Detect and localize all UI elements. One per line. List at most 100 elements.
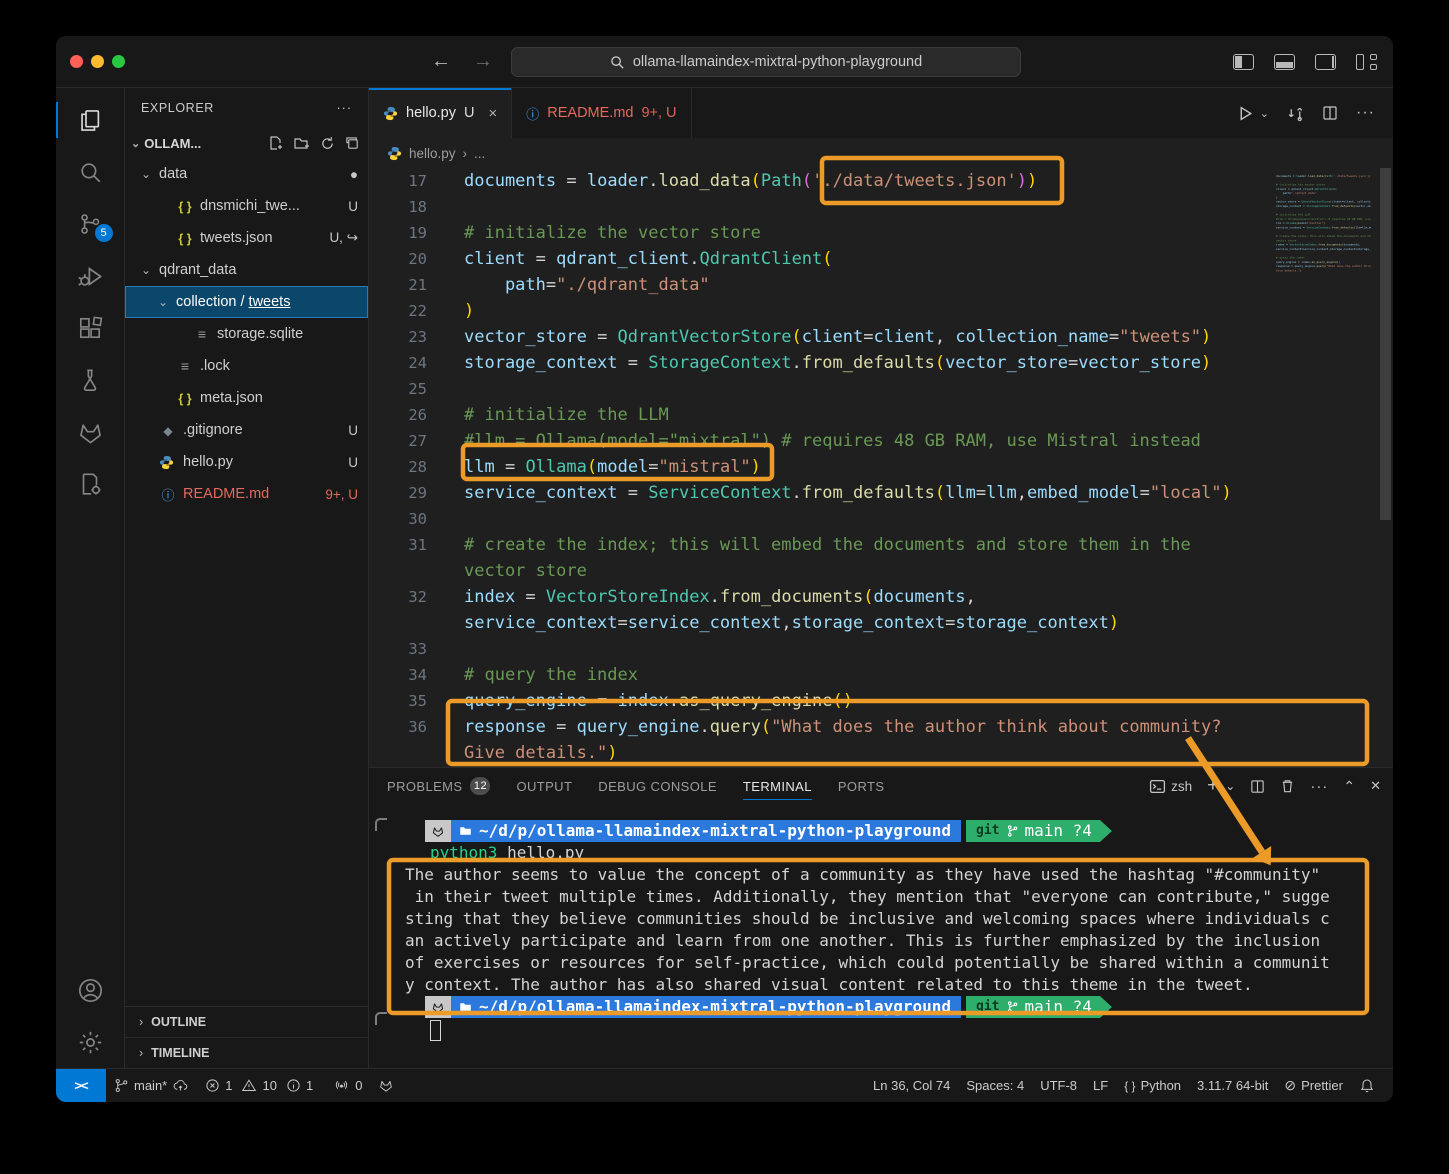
refresh-icon[interactable] bbox=[320, 135, 335, 151]
maximize-panel-icon[interactable]: ⌃ bbox=[1343, 778, 1355, 795]
split-terminal-icon[interactable] bbox=[1250, 779, 1265, 794]
code-line-29[interactable]: 29service_context = ServiceContext.from_… bbox=[369, 480, 1393, 506]
code-line-22[interactable]: 22) bbox=[369, 298, 1393, 324]
status-broadcast[interactable]: 0 bbox=[325, 1078, 370, 1093]
forward-arrow-icon[interactable]: → bbox=[473, 50, 493, 73]
tab-hello-py[interactable]: hello.pyU× bbox=[369, 88, 512, 138]
outline-section[interactable]: › OUTLINE bbox=[125, 1006, 368, 1037]
close-panel-icon[interactable]: ✕ bbox=[1370, 778, 1381, 794]
panel-tab-output[interactable]: OUTPUT bbox=[516, 768, 572, 804]
code-editor[interactable]: 17documents = loader.load_data(Path('./d… bbox=[369, 168, 1393, 767]
status-eol[interactable]: LF bbox=[1085, 1078, 1116, 1093]
code-line-18[interactable]: 18 bbox=[369, 194, 1393, 220]
collapse-all-icon[interactable] bbox=[345, 135, 360, 151]
explorer-item-lock[interactable]: ≡.lock bbox=[125, 350, 368, 382]
code-line-21[interactable]: 21 path="./qdrant_data" bbox=[369, 272, 1393, 298]
split-editor-icon[interactable] bbox=[1322, 105, 1338, 121]
activity-testing[interactable] bbox=[56, 354, 125, 406]
status-language-mode[interactable]: { }Python bbox=[1116, 1078, 1189, 1093]
explorer-item-readme-md[interactable]: ⓘREADME.md9+, U bbox=[125, 478, 368, 510]
status-problems[interactable]: 1101 bbox=[197, 1078, 325, 1093]
code-line-27[interactable]: 27#llm = Ollama(model="mixtral") # requi… bbox=[369, 428, 1393, 454]
code-line-28[interactable]: 28llm = Ollama(model="mistral") bbox=[369, 454, 1393, 480]
activity-remote-tools[interactable] bbox=[56, 458, 125, 510]
tab-readme-md[interactable]: ⓘREADME.md9+, U bbox=[512, 88, 691, 138]
code-line-31[interactable]: 31# create the index; this will embed th… bbox=[369, 532, 1393, 558]
explorer-item-data[interactable]: ⌄data● bbox=[125, 158, 368, 190]
explorer-item-dnsmichi-twe[interactable]: { }dnsmichi_twe...U bbox=[125, 190, 368, 222]
explorer-item-storage-sqlite[interactable]: ≡storage.sqlite bbox=[125, 318, 368, 350]
minimap[interactable]: documents = loader.load_data(Path('./dat… bbox=[1276, 174, 1371, 354]
panel-tab-terminal[interactable]: TERMINAL bbox=[743, 768, 812, 804]
minimize-window-button[interactable] bbox=[91, 55, 104, 68]
editor-more-icon[interactable]: ··· bbox=[1356, 104, 1375, 122]
panel-tab-ports[interactable]: PORTS bbox=[838, 768, 885, 804]
explorer-item-hello-py[interactable]: hello.pyU bbox=[125, 446, 368, 478]
activity-explorer[interactable] bbox=[56, 94, 125, 146]
activity-account[interactable] bbox=[56, 964, 125, 1016]
breadcrumb-more[interactable]: ... bbox=[474, 146, 485, 161]
run-python-file-icon[interactable] bbox=[1237, 105, 1254, 122]
customize-layout-icon[interactable] bbox=[1356, 54, 1377, 70]
explorer-item-meta-json[interactable]: { }meta.json bbox=[125, 382, 368, 414]
code-line-wrap[interactable]: Give details.") bbox=[369, 740, 1393, 766]
activity-run-debug[interactable] bbox=[56, 250, 125, 302]
code-line-20[interactable]: 20client = qdrant_client.QdrantClient( bbox=[369, 246, 1393, 272]
status-branch[interactable]: main* bbox=[106, 1078, 197, 1093]
toggle-secondary-sidebar-icon[interactable] bbox=[1315, 54, 1336, 70]
sidebar-more-icon[interactable]: ··· bbox=[337, 101, 353, 115]
status-cursor-position[interactable]: Ln 36, Col 74 bbox=[865, 1078, 958, 1093]
explorer-item-tweets-json[interactable]: { }tweets.jsonU, ↪ bbox=[125, 222, 368, 254]
new-folder-icon[interactable] bbox=[294, 135, 310, 151]
terminal-dropdown-icon[interactable]: ⌄ bbox=[1225, 779, 1235, 793]
code-line-23[interactable]: 23vector_store = QdrantVectorStore(clien… bbox=[369, 324, 1393, 350]
explorer-item-collection[interactable]: ⌄collection / tweets bbox=[125, 286, 368, 318]
panel-tab-debug-console[interactable]: DEBUG CONSOLE bbox=[598, 768, 717, 804]
status-formatter[interactable]: ⊘Prettier bbox=[1276, 1077, 1351, 1094]
code-line-35[interactable]: 35query_engine = index.as_query_engine() bbox=[369, 688, 1393, 714]
kill-terminal-icon[interactable] bbox=[1280, 778, 1295, 794]
activity-extensions[interactable] bbox=[56, 302, 125, 354]
run-dropdown-icon[interactable]: ⌄ bbox=[1260, 107, 1269, 120]
explorer-item-qdrant-data[interactable]: ⌄qdrant_data bbox=[125, 254, 368, 286]
status-encoding[interactable]: UTF-8 bbox=[1032, 1078, 1085, 1093]
code-line-wrap[interactable]: service_context=service_context,storage_… bbox=[369, 610, 1393, 636]
code-line-24[interactable]: 24storage_context = StorageContext.from_… bbox=[369, 350, 1393, 376]
activity-gitlab[interactable] bbox=[56, 406, 125, 458]
panel-more-icon[interactable]: ··· bbox=[1310, 778, 1328, 795]
toggle-panel-icon[interactable] bbox=[1274, 54, 1295, 70]
activity-settings[interactable] bbox=[56, 1016, 125, 1068]
code-line-34[interactable]: 34# query the index bbox=[369, 662, 1393, 688]
project-root-row[interactable]: ⌄ OLLAM... bbox=[125, 128, 368, 158]
terminal[interactable]: ~/d/p/ollama-llamaindex-mixtral-python-p… bbox=[369, 804, 1393, 1068]
remote-indicator[interactable]: >< bbox=[56, 1069, 106, 1103]
code-line-26[interactable]: 26# initialize the LLM bbox=[369, 402, 1393, 428]
code-line-wrap[interactable]: vector store bbox=[369, 558, 1393, 584]
back-arrow-icon[interactable]: ← bbox=[431, 50, 451, 73]
scrollbar-thumb[interactable] bbox=[1380, 168, 1391, 520]
close-tab-icon[interactable]: × bbox=[488, 105, 497, 122]
breadcrumb[interactable]: hello.py › ... bbox=[369, 138, 1393, 168]
status-python-interpreter[interactable]: 3.11.7 64-bit bbox=[1189, 1078, 1276, 1093]
activity-search[interactable] bbox=[56, 146, 125, 198]
code-line-30[interactable]: 30 bbox=[369, 506, 1393, 532]
new-terminal-icon[interactable]: + bbox=[1207, 775, 1218, 797]
zoom-window-button[interactable] bbox=[112, 55, 125, 68]
status-notifications[interactable] bbox=[1351, 1078, 1383, 1094]
code-line-19[interactable]: 19# initialize the vector store bbox=[369, 220, 1393, 246]
terminal-shell-icon[interactable]: zsh bbox=[1149, 778, 1192, 795]
explorer-item-gitignore[interactable]: ◆.gitignoreU bbox=[125, 414, 368, 446]
breadcrumb-file[interactable]: hello.py bbox=[409, 146, 456, 161]
status-gitlab-sync[interactable] bbox=[370, 1078, 402, 1093]
code-line-17[interactable]: 17documents = loader.load_data(Path('./d… bbox=[369, 168, 1393, 194]
editor-scrollbar[interactable] bbox=[1380, 168, 1391, 767]
activity-source-control[interactable]: 5 bbox=[56, 198, 125, 250]
open-changes-icon[interactable] bbox=[1287, 105, 1304, 122]
new-file-icon[interactable] bbox=[268, 135, 284, 151]
code-line-33[interactable]: 33 bbox=[369, 636, 1393, 662]
status-indentation[interactable]: Spaces: 4 bbox=[958, 1078, 1032, 1093]
timeline-section[interactable]: › TIMELINE bbox=[125, 1037, 368, 1068]
code-line-25[interactable]: 25 bbox=[369, 376, 1393, 402]
panel-tab-problems[interactable]: PROBLEMS12 bbox=[387, 768, 490, 804]
toggle-sidebar-icon[interactable] bbox=[1233, 54, 1254, 70]
